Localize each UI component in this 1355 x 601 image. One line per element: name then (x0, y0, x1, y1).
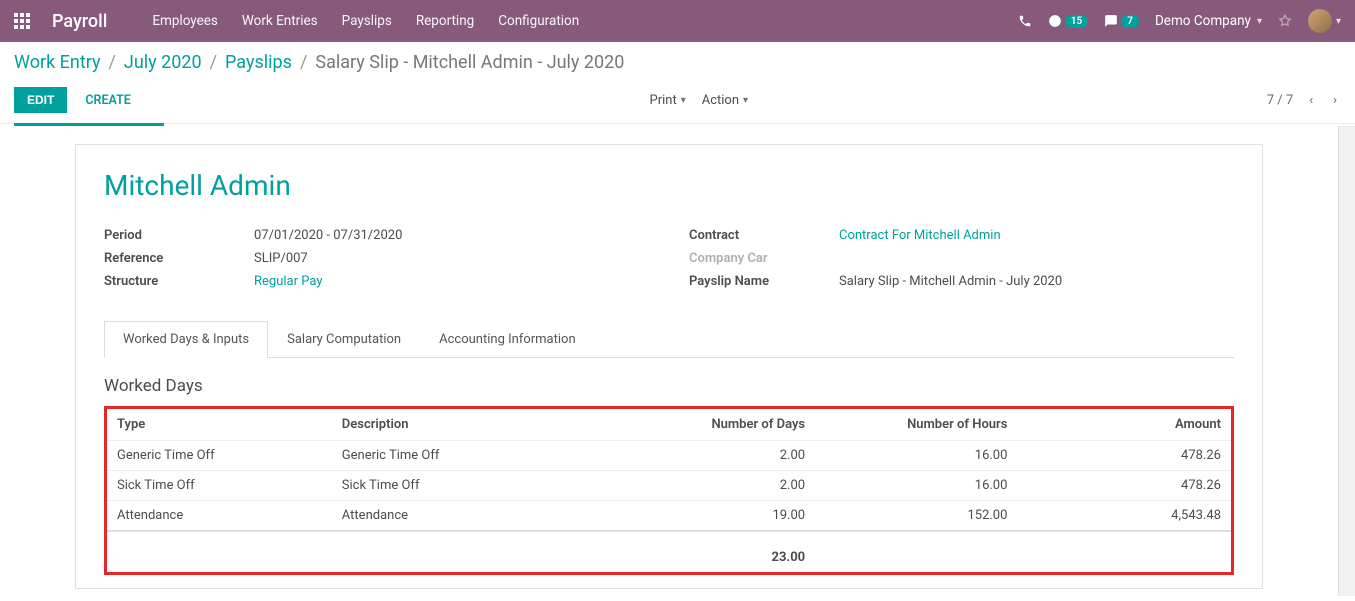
create-button[interactable]: Create (85, 93, 130, 108)
th-hours[interactable]: Number of Hours (815, 409, 1017, 441)
nav-menu: Employees Work Entries Payslips Reportin… (152, 13, 1017, 29)
apps-icon[interactable] (14, 13, 30, 29)
value-structure[interactable]: Regular Pay (254, 274, 323, 289)
activity-badge: 15 (1065, 15, 1088, 28)
value-period: 07/01/2020 - 07/31/2020 (254, 228, 402, 243)
company-name: Demo Company (1155, 13, 1251, 29)
company-selector[interactable]: Demo Company ▾ (1155, 13, 1262, 29)
tab-worked-days[interactable]: Worked Days & Inputs (104, 321, 268, 358)
table-row[interactable]: Sick Time Off Sick Time Off 2.00 16.00 4… (107, 471, 1231, 501)
crumb-work-entry[interactable]: Work Entry (14, 52, 100, 73)
th-amount[interactable]: Amount (1017, 409, 1231, 441)
nav-employees[interactable]: Employees (152, 13, 218, 29)
table-total-row: 23.00 (107, 531, 1231, 572)
th-days[interactable]: Number of Days (613, 409, 815, 441)
chevron-down-icon: ▾ (681, 95, 686, 106)
table-row[interactable]: Generic Time Off Generic Time Off 2.00 1… (107, 441, 1231, 471)
tab-accounting-info[interactable]: Accounting Information (420, 321, 595, 357)
label-contract: Contract (689, 228, 839, 243)
nav-configuration[interactable]: Configuration (498, 13, 579, 29)
worked-days-table: Type Description Number of Days Number o… (107, 409, 1231, 572)
top-navbar: Payroll Employees Work Entries Payslips … (0, 0, 1355, 42)
phone-icon[interactable] (1018, 14, 1032, 28)
th-type[interactable]: Type (107, 409, 332, 441)
record-title: Mitchell Admin (104, 169, 1234, 202)
chat-icon[interactable]: 7 (1104, 14, 1139, 28)
nav-reporting[interactable]: Reporting (416, 13, 474, 29)
user-avatar[interactable] (1308, 9, 1332, 33)
table-row[interactable]: Attendance Attendance 19.00 152.00 4,543… (107, 501, 1231, 532)
print-dropdown[interactable]: Print ▾ (650, 93, 686, 108)
worked-days-table-highlight: Type Description Number of Days Number o… (104, 406, 1234, 575)
pager-text: 7 / 7 (1267, 93, 1293, 108)
label-period: Period (104, 228, 254, 243)
crumb-current: Salary Slip - Mitchell Admin - July 2020 (315, 52, 624, 73)
breadcrumb: Work Entry / July 2020 / Payslips / Sala… (0, 42, 1355, 83)
value-contract[interactable]: Contract For Mitchell Admin (839, 228, 1001, 243)
chevron-down-icon: ▾ (743, 95, 748, 106)
chevron-down-icon: ▾ (1336, 16, 1341, 27)
chevron-down-icon: ▾ (1257, 16, 1262, 27)
tab-salary-computation[interactable]: Salary Computation (268, 321, 420, 357)
nav-work-entries[interactable]: Work Entries (242, 13, 318, 29)
label-company-car: Company Car (689, 251, 839, 266)
crumb-payslips[interactable]: Payslips (225, 52, 292, 73)
label-structure: Structure (104, 274, 254, 289)
form-sheet: Mitchell Admin Period 07/01/2020 - 07/31… (75, 144, 1263, 589)
label-payslip-name: Payslip Name (689, 274, 839, 289)
edit-button[interactable]: Edit (14, 87, 67, 113)
pager-next[interactable]: › (1329, 91, 1341, 110)
nav-payslips[interactable]: Payslips (342, 13, 392, 29)
app-title: Payroll (52, 11, 107, 32)
value-payslip-name: Salary Slip - Mitchell Admin - July 2020 (839, 274, 1062, 289)
th-description[interactable]: Description (332, 409, 613, 441)
crumb-july-2020[interactable]: July 2020 (124, 52, 202, 73)
value-reference: SLIP/007 (254, 251, 308, 266)
tabs: Worked Days & Inputs Salary Computation … (104, 321, 1234, 358)
action-dropdown[interactable]: Action ▾ (702, 93, 748, 108)
activity-icon[interactable]: 15 (1048, 14, 1088, 28)
total-days: 23.00 (613, 531, 815, 572)
section-title: Worked Days (104, 376, 1234, 396)
label-reference: Reference (104, 251, 254, 266)
pager-prev[interactable]: ‹ (1305, 91, 1317, 110)
control-bar: Edit Create Print ▾ Action ▾ 7 / 7 ‹ › (0, 83, 1355, 124)
debug-icon[interactable] (1278, 14, 1292, 28)
chat-badge: 7 (1121, 15, 1139, 28)
scrollbar[interactable] (1338, 126, 1355, 596)
nav-right: 15 7 Demo Company ▾ ▾ (1018, 9, 1341, 33)
